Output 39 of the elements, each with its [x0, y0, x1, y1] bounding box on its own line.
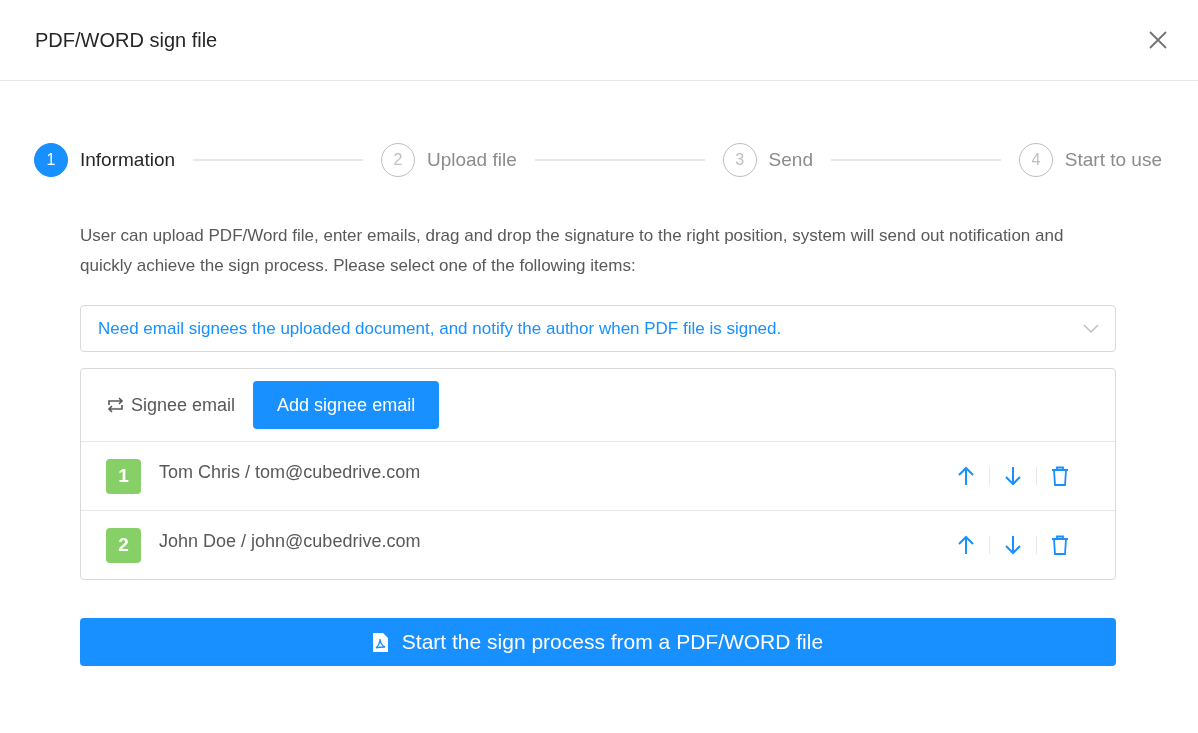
arrow-down-icon	[1004, 535, 1022, 555]
step[interactable]: 4 Start to use	[1018, 143, 1162, 177]
order-badge: 2	[106, 527, 141, 563]
option-select[interactable]: Need email signees the uploaded document, and notify the author when PDF file is signed.	[80, 305, 1116, 352]
step-label: Upload file	[426, 149, 517, 171]
move-up-button[interactable]	[957, 466, 975, 486]
step[interactable]: 1 Information	[34, 143, 176, 177]
step-label: Information	[80, 149, 176, 171]
arrow-up-icon	[957, 535, 975, 555]
close-button[interactable]	[1148, 30, 1168, 50]
step-label: Start to use	[1064, 149, 1162, 171]
delete-button[interactable]	[1051, 466, 1069, 486]
step[interactable]: 2 Upload file	[380, 143, 517, 177]
move-up-button[interactable]	[957, 535, 975, 555]
step-label: Send	[768, 149, 813, 171]
order-badge: 1	[106, 458, 141, 494]
step-number: 4	[1018, 143, 1053, 177]
signee-text: John Doe / john@cubedrive.com	[159, 530, 422, 552]
step-number: 2	[380, 143, 415, 177]
step-number: 1	[34, 143, 68, 177]
signee-label: Signee email	[131, 394, 236, 416]
delete-button[interactable]	[1051, 535, 1069, 555]
step[interactable]: 3 Send	[722, 143, 813, 177]
description-text: User can upload PDF/Word file, enter emails, drag and drop the signature to the right position, system will send out notification and quickly achieve the sign process. Please select one of the following items:	[80, 225, 1065, 277]
trash-icon	[1051, 535, 1069, 555]
swap-icon	[107, 397, 124, 413]
chevron-down-icon	[1083, 323, 1099, 334]
close-icon	[1148, 30, 1168, 50]
arrow-down-icon	[1004, 466, 1022, 486]
start-button[interactable]: Start the sign process from a PDF/WORD file	[80, 618, 1116, 666]
trash-icon	[1051, 466, 1069, 486]
signee-text: Tom Chris / tom@cubedrive.com	[159, 461, 422, 483]
add-signee-button[interactable]: Add signee email	[253, 381, 440, 429]
move-down-button[interactable]	[1004, 466, 1022, 486]
arrow-up-icon	[957, 466, 975, 486]
move-down-button[interactable]	[1004, 535, 1022, 555]
step-number: 3	[722, 143, 757, 177]
pdf-file-icon	[372, 632, 388, 652]
dialog-title: PDF/WORD sign file	[35, 28, 218, 52]
